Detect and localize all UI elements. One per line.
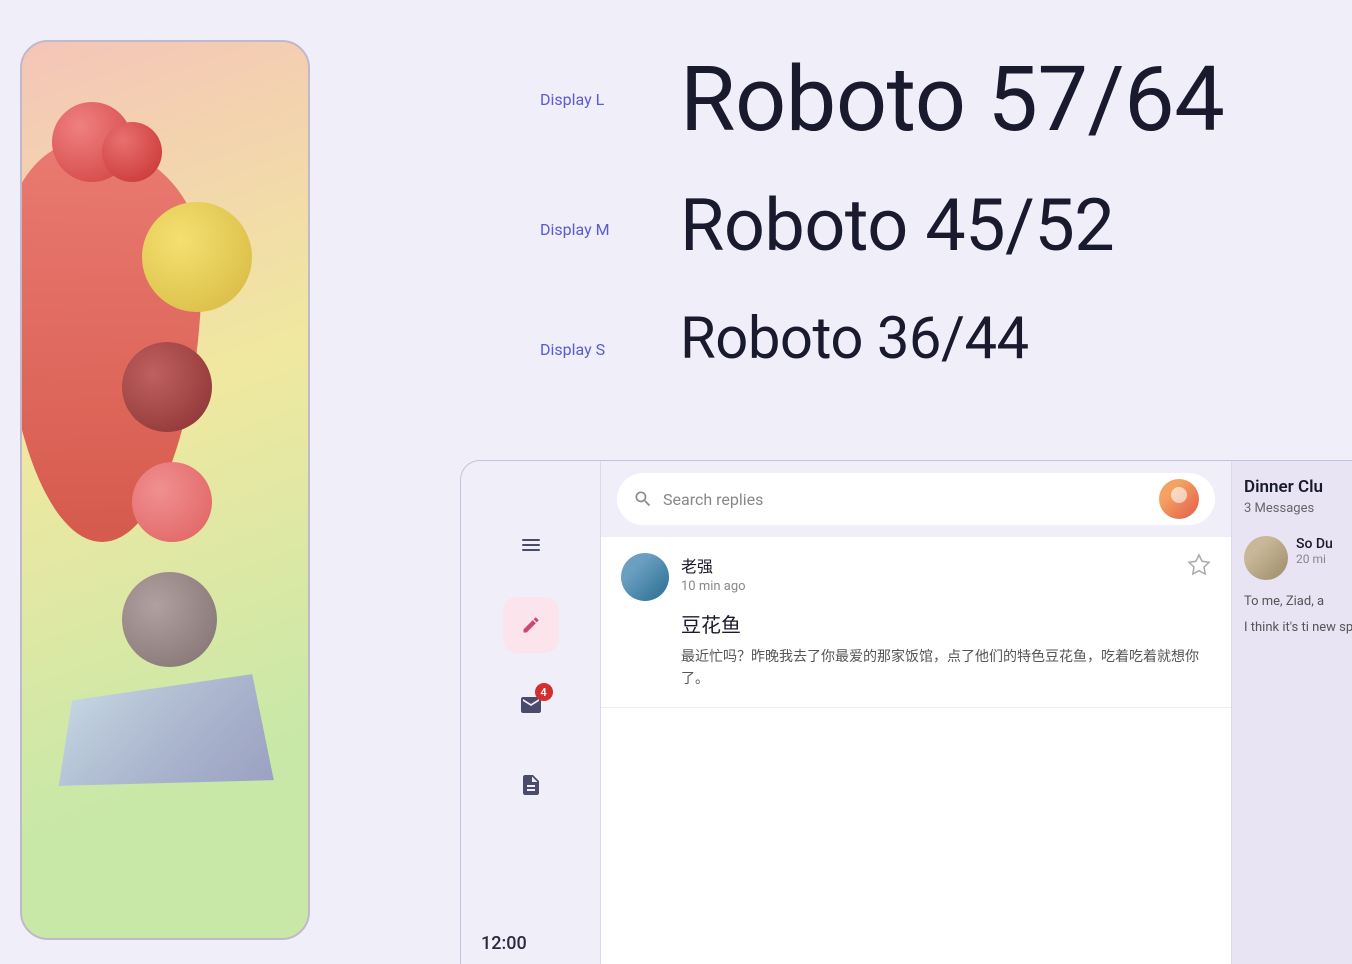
email-main-content: Search replies 老强 10 min ago [601, 461, 1231, 964]
maroon-sphere [122, 342, 212, 432]
yellow-sphere [142, 202, 252, 312]
sender-info: 老强 10 min ago [681, 553, 1175, 594]
right-sender-avatar [1244, 536, 1288, 580]
right-email-preview-text: I think it's ti new spot do [1244, 618, 1352, 638]
email-subject: 豆花鱼 [681, 609, 1211, 638]
search-placeholder-text: Search replies [663, 490, 1149, 509]
user-avatar[interactable] [1159, 479, 1199, 519]
pink-sphere [132, 462, 212, 542]
display-m-label: Display M [540, 220, 610, 239]
red-ball-top2 [102, 122, 162, 182]
display-l-label: Display L [540, 90, 604, 109]
display-l-text: Roboto 57/64 [680, 50, 1224, 149]
sender-avatar [621, 553, 669, 601]
right-sender-time: 20 mi [1296, 552, 1352, 566]
display-m-text: Roboto 45/52 [680, 185, 1114, 268]
display-s-label: Display S [540, 340, 605, 359]
hamburger-menu-icon[interactable] [503, 517, 559, 573]
email-preview: 最近忙吗？昨晚我去了你最爱的那家饭馆，点了他们的特色豆花鱼，吃着吃着就想你了。 [681, 646, 1211, 691]
phone-ui-mockup: 12:00 4 [460, 460, 1352, 964]
right-email-item[interactable]: So Du 20 mi [1244, 536, 1352, 580]
time-display: 12:00 [481, 933, 527, 954]
right-sender-name: So Du [1296, 536, 1352, 552]
thread-panel: Dinner Clu 3 Messages So Du 20 mi To me,… [1231, 461, 1352, 964]
phone-mockup [20, 40, 310, 940]
display-s-text: Roboto 36/44 [680, 305, 1029, 375]
compose-button[interactable] [503, 597, 559, 653]
geometric-platform [59, 674, 274, 786]
gray-sphere [122, 572, 217, 667]
inbox-badge: 4 [535, 683, 553, 701]
left-illustration-panel [0, 0, 340, 964]
typography-panel: Display L Roboto 57/64 Display M Roboto … [460, 0, 1352, 964]
message-count: 3 Messages [1244, 501, 1352, 516]
star-icon[interactable] [1187, 553, 1211, 582]
email-header: 老强 10 min ago [621, 553, 1211, 601]
sender-name: 老强 [681, 553, 1175, 577]
email-time: 10 min ago [681, 579, 1175, 594]
search-bar[interactable]: Search replies [617, 473, 1215, 525]
thread-title: Dinner Clu [1244, 477, 1352, 497]
email-list-item[interactable]: 老强 10 min ago 豆花鱼 最近忙吗？昨晚我去了你最爱的那家饭馆，点了他… [601, 537, 1231, 708]
right-sender-info: So Du 20 mi [1296, 536, 1352, 566]
time-bar: 12:00 [461, 921, 601, 964]
search-icon [633, 489, 653, 509]
search-bar-row: Search replies [601, 461, 1231, 537]
left-nav: 4 [461, 461, 601, 964]
notes-icon[interactable] [503, 757, 559, 813]
right-email-preview-to: To me, Ziad, a [1244, 592, 1352, 612]
inbox-icon[interactable]: 4 [503, 677, 559, 733]
